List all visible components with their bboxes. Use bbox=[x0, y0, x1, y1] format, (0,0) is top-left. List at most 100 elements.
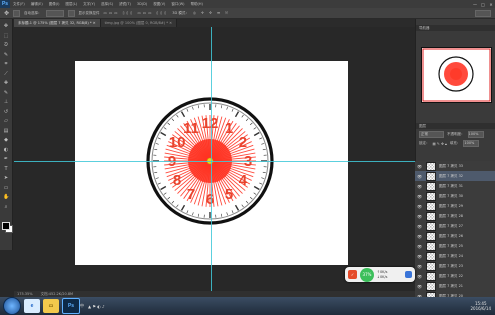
stamp-icon[interactable]: ⊥ bbox=[3, 99, 9, 105]
quick-select-icon[interactable]: ✎ bbox=[3, 52, 9, 58]
pen-icon[interactable]: ✒ bbox=[3, 156, 9, 162]
menu-item-9[interactable]: 窗口(W) bbox=[168, 2, 187, 7]
marquee-icon[interactable]: ⬚ bbox=[3, 33, 9, 39]
workspace-dropdown[interactable] bbox=[475, 9, 491, 17]
folder-icon[interactable]: ▭ bbox=[43, 299, 59, 313]
tray-language[interactable]: 中 bbox=[80, 303, 84, 309]
lock-icons[interactable]: ▦ ✎ ✥ 🔒︎ bbox=[433, 142, 447, 146]
eye-icon[interactable]: 👁︎ bbox=[415, 284, 424, 289]
navigator-thumbnail[interactable] bbox=[421, 47, 492, 103]
eye-icon[interactable]: 👁︎ bbox=[415, 264, 424, 269]
vertical-guide[interactable] bbox=[211, 27, 212, 291]
system-clock[interactable]: 15:45 2016/6/14 bbox=[470, 301, 491, 311]
menu-item-8[interactable]: 视图(V) bbox=[150, 2, 168, 7]
menu-item-6[interactable]: 滤镜(T) bbox=[116, 2, 134, 7]
zoom-level[interactable]: 175.35% bbox=[17, 292, 33, 296]
opacity-field[interactable]: 100% bbox=[467, 131, 484, 138]
move-icon[interactable]: ✥ bbox=[3, 23, 9, 29]
menu-item-4[interactable]: 文字(Y) bbox=[80, 2, 98, 7]
layer-name: 图层 7 拷贝 23 bbox=[439, 263, 464, 268]
eye-icon[interactable]: 👁︎ bbox=[415, 214, 424, 219]
brush-icon[interactable]: ✎ bbox=[3, 90, 9, 96]
close-button[interactable]: ✕ bbox=[487, 0, 495, 8]
move-tool-icon[interactable]: ✥ bbox=[4, 10, 9, 17]
shape-icon[interactable]: ▭ bbox=[3, 185, 9, 191]
path-select-icon[interactable]: ➤ bbox=[3, 175, 9, 181]
foreground-color-swatch[interactable] bbox=[2, 222, 10, 230]
ie-icon[interactable]: e bbox=[24, 299, 40, 313]
layer-thumbnail bbox=[426, 191, 436, 201]
layer-thumbnail bbox=[426, 171, 436, 181]
blend-mode-dropdown[interactable]: 正常 bbox=[419, 131, 444, 138]
lock-label: 锁定： bbox=[419, 141, 430, 145]
horizontal-guide[interactable] bbox=[14, 161, 415, 162]
network-speed-widget[interactable]: ✓ 37% ↑0K/s ↓0K/s bbox=[345, 267, 415, 282]
eye-icon[interactable]: 👁︎ bbox=[415, 254, 424, 259]
menu-item-7[interactable]: 3D(D) bbox=[134, 2, 150, 7]
eye-icon[interactable]: 👁︎ bbox=[415, 184, 424, 189]
layers-title: 图层 bbox=[419, 123, 426, 128]
layer-thumbnail bbox=[426, 221, 436, 231]
layer-name: 图层 7 拷贝 21 bbox=[439, 283, 464, 288]
menu-bar: Ps 文件(F) 编辑(E) 图像(I) 图层(L) 文字(Y) 选择(S) 滤镜(T) 3D… bbox=[0, 0, 495, 8]
layer-thumbnail bbox=[426, 281, 436, 291]
blur-icon[interactable]: ◆ bbox=[3, 137, 9, 143]
layer-thumbnail bbox=[426, 231, 436, 241]
fill-field[interactable]: 100% bbox=[463, 140, 480, 147]
auto-select-checkbox[interactable] bbox=[13, 9, 21, 17]
memory-percent-badge[interactable]: 37% bbox=[360, 267, 374, 282]
type-icon[interactable]: T bbox=[3, 166, 9, 172]
lasso-icon[interactable]: ᘐ bbox=[3, 42, 9, 48]
hand-icon[interactable]: ✋ bbox=[3, 194, 9, 200]
mode-3d-icons[interactable]: ◎ ✢ ✣ ⬌ ⤧ bbox=[193, 11, 230, 15]
menu-item-5[interactable]: 选择(S) bbox=[98, 2, 116, 7]
tab-untitled-1[interactable]: 未标题-1 @ 175% (图层 7 拷贝 32, RGB/8) * ✕ bbox=[14, 19, 101, 27]
align-icons[interactable]: ▭▭▭ ▯▯▯ ▭▭▭ ▯▯▯ bbox=[104, 11, 169, 15]
eye-icon[interactable]: 👁︎ bbox=[415, 164, 424, 169]
navigator-panel-header: 导航器 bbox=[416, 25, 495, 31]
history-brush-icon[interactable]: ↺ bbox=[3, 109, 9, 115]
photoshop-taskbar-icon[interactable]: Ps bbox=[62, 298, 80, 314]
gradient-icon[interactable]: ▤ bbox=[3, 128, 9, 134]
tray-icons[interactable]: ▲ ⚑ ◐ ♪ bbox=[88, 304, 105, 309]
layer-thumbnail bbox=[426, 271, 436, 281]
eye-icon[interactable]: 👁︎ bbox=[415, 244, 424, 249]
minimize-button[interactable]: — bbox=[471, 0, 479, 8]
clock-numeral: 11 bbox=[183, 120, 199, 137]
layer-name: 图层 7 拷贝 22 bbox=[439, 273, 464, 278]
eye-icon[interactable]: 👁︎ bbox=[415, 224, 424, 229]
start-button[interactable] bbox=[3, 297, 21, 315]
clock-numeral: 2 bbox=[239, 134, 247, 151]
navigator-title: 导航器 bbox=[419, 25, 430, 30]
layer-name: 图层 7 拷贝 27 bbox=[439, 223, 464, 228]
eye-icon[interactable]: 👁︎ bbox=[415, 234, 424, 239]
auto-select-dropdown[interactable] bbox=[45, 9, 64, 17]
rocket-icon[interactable] bbox=[405, 271, 412, 278]
eye-icon[interactable]: 👁︎ bbox=[415, 274, 424, 279]
menu-item-10[interactable]: 帮助(H) bbox=[188, 2, 206, 7]
healing-icon[interactable]: ✚ bbox=[3, 80, 9, 86]
maximize-button[interactable]: □ bbox=[479, 0, 487, 8]
dodge-icon[interactable]: ◐ bbox=[3, 147, 9, 153]
tab-timg[interactable]: timg.jpg @ 100% (图层 0, RGB/8#) * ✕ bbox=[100, 19, 178, 27]
layer-name: 图层 7 拷贝 28 bbox=[439, 213, 464, 218]
crop-icon[interactable]: ⌗ bbox=[3, 61, 9, 67]
eye-icon[interactable]: 👁︎ bbox=[415, 174, 424, 179]
menu-item-1[interactable]: 编辑(E) bbox=[28, 2, 46, 7]
eye-icon[interactable]: 👁︎ bbox=[415, 204, 424, 209]
eraser-icon[interactable]: ▱ bbox=[3, 118, 9, 124]
show-transform-checkbox[interactable] bbox=[67, 9, 75, 17]
layer-name: 图层 7 拷贝 26 bbox=[439, 233, 464, 238]
document-tabs: 未标题-1 @ 175% (图层 7 拷贝 32, RGB/8) * ✕ tim… bbox=[14, 19, 415, 27]
layer-thumbnail bbox=[426, 251, 436, 261]
zoom-icon[interactable]: ⌕ bbox=[3, 204, 9, 210]
eye-icon[interactable]: 👁︎ bbox=[415, 194, 424, 199]
clock-numeral: 5 bbox=[225, 186, 233, 203]
opacity-label: 不透明度： bbox=[447, 132, 465, 136]
clock-numeral: 7 bbox=[187, 186, 195, 203]
eyedropper-icon[interactable]: ⟋ bbox=[3, 71, 9, 77]
menu-item-2[interactable]: 图像(I) bbox=[46, 2, 63, 7]
menu-item-0[interactable]: 文件(F) bbox=[10, 2, 28, 7]
upload-speed: 0K/s bbox=[379, 269, 388, 274]
menu-item-3[interactable]: 图层(L) bbox=[62, 2, 80, 7]
